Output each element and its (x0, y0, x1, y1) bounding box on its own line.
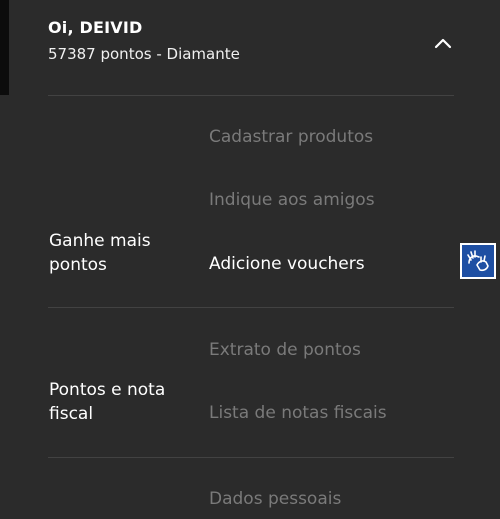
section-title-pontos-nota-fiscal: Pontos e nota fiscal (49, 380, 166, 424)
menu-item-extrato-pontos[interactable]: Extrato de pontos (209, 340, 361, 360)
divider (48, 457, 454, 458)
left-edge-strip (0, 0, 9, 95)
menu-item-dados-pessoais[interactable]: Dados pessoais (209, 489, 341, 509)
section-title-ganhe-mais-pontos: Ganhe mais pontos (49, 231, 151, 275)
user-greeting: Oi, DEIVID (48, 18, 143, 37)
user-header: Oi, DEIVID 57387 pontos - Diamante (48, 18, 240, 63)
points-status: 57387 pontos - Diamante (48, 45, 240, 63)
collapse-menu-button[interactable] (430, 30, 456, 56)
divider (48, 307, 454, 308)
chevron-up-icon (434, 38, 452, 49)
menu-item-cadastrar-produtos[interactable]: Cadastrar produtos (209, 127, 373, 147)
menu-item-indique-amigos[interactable]: Indique aos amigos (209, 190, 375, 210)
divider (48, 95, 454, 96)
accessibility-button[interactable] (460, 243, 496, 279)
menu-item-lista-notas-fiscais[interactable]: Lista de notas fiscais (209, 403, 387, 423)
sign-language-hands-icon (467, 250, 489, 272)
menu-item-adicione-vouchers[interactable]: Adicione vouchers (209, 254, 365, 274)
